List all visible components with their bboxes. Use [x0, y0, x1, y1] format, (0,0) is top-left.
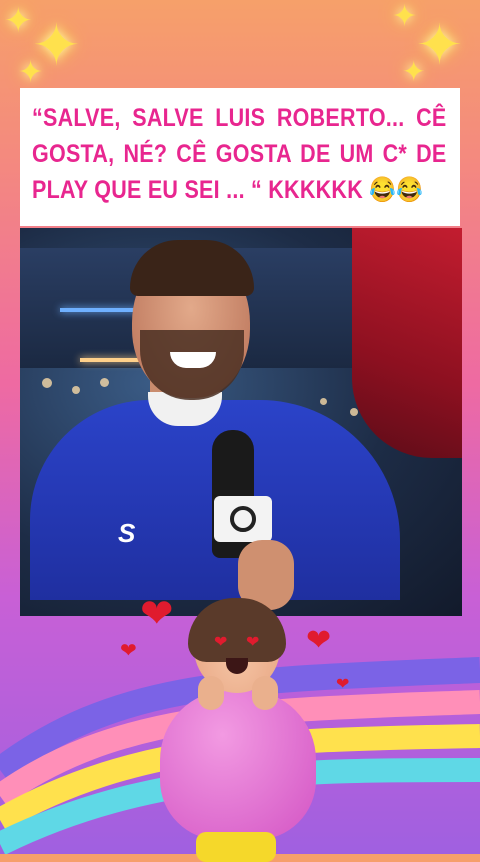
heart-icon: ❤: [336, 674, 350, 693]
character-legs: [196, 832, 276, 862]
character-hand: [198, 676, 224, 710]
heart-icon: ❤: [306, 623, 332, 658]
character-body: [160, 690, 316, 840]
caption-box: “SALVE, SALVE LUIS ROBERTO... CÊ GOSTA, …: [20, 88, 460, 226]
background-light: [42, 378, 52, 388]
caption-text: “SALVE, SALVE LUIS ROBERTO... CÊ GOSTA, …: [32, 104, 447, 204]
sparkle-icon: ✦: [402, 55, 426, 88]
background-light: [72, 386, 80, 394]
sparkle-icon: ✦: [18, 55, 44, 90]
globo-logo-icon: [230, 506, 256, 532]
microphone-flag: [214, 496, 272, 542]
sparkle-icon: ✦: [4, 1, 33, 41]
background-light: [350, 408, 358, 416]
heart-eye-icon: ❤: [246, 632, 260, 651]
shirt-logo: S: [118, 518, 136, 548]
red-flag: [352, 228, 462, 458]
background-light: [100, 378, 109, 387]
heart-eye-icon: ❤: [214, 632, 228, 651]
sparkle-icon: ✦: [392, 0, 418, 34]
heart-icon: ❤: [140, 591, 174, 637]
character-hand: [252, 676, 278, 710]
background-light: [320, 398, 327, 405]
heart-icon: ❤: [120, 638, 137, 662]
